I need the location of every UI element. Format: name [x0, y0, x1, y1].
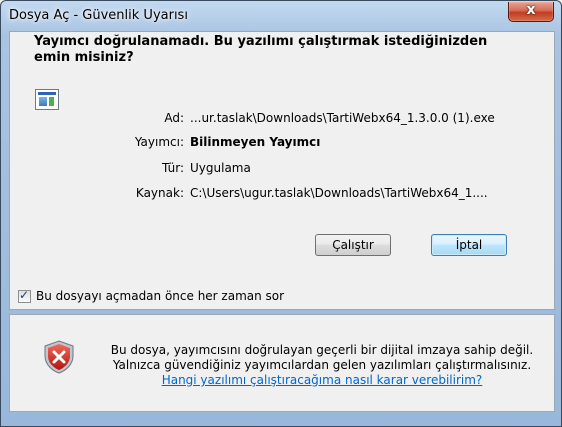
application-file-icon: [35, 89, 59, 110]
close-button[interactable]: x: [508, 2, 554, 22]
always-ask-checkbox[interactable]: ✓: [18, 288, 31, 303]
window-title: Dosya Aç - Güvenlik Uyarısı: [9, 8, 188, 23]
field-row-source: Kaynak: C:\Users\ugur.taslak\Downloads\T…: [1, 186, 561, 202]
security-shield-icon: [44, 340, 74, 374]
publisher-value: Bilinmeyen Yayımcı: [190, 135, 321, 149]
field-row-type: Tür: Uygulama: [1, 161, 561, 177]
always-ask-label[interactable]: Bu dosyayı açmadan önce her zaman sor: [36, 289, 284, 303]
source-label: Kaynak:: [135, 186, 184, 200]
type-value: Uygulama: [190, 161, 251, 175]
headline-text: Yayımcı doğrulanamadı. Bu yazılımı çalış…: [34, 34, 488, 65]
warning-line-2: Yalnızca güvendiğiniz yayımcılardan gele…: [112, 358, 532, 372]
run-button[interactable]: Çalıştır: [315, 234, 391, 256]
publisher-label: Yayımcı:: [134, 135, 184, 149]
name-label: Ad:: [164, 111, 184, 125]
security-warning-window: Dosya Aç - Güvenlik Uyarısı x Yayımcı do…: [0, 0, 562, 427]
field-row-publisher: Yayımcı: Bilinmeyen Yayımcı: [1, 135, 561, 151]
help-link[interactable]: Hangi yazılımı çalıştıracağıma nasıl kar…: [162, 373, 483, 387]
title-bar[interactable]: Dosya Aç - Güvenlik Uyarısı x: [1, 1, 561, 31]
warning-line-1: Bu dosya, yayımcısını doğrulayan geçerli…: [110, 343, 534, 357]
warning-text: Bu dosya, yayımcısını doğrulayan geçerli…: [97, 343, 547, 388]
close-icon: x: [526, 2, 536, 18]
checkmark-icon: ✓: [19, 288, 30, 302]
field-row-name: Ad: ...ur.taslak\Downloads\TartiWebx64_1…: [1, 111, 561, 127]
cancel-button[interactable]: İptal: [431, 234, 507, 256]
source-value: C:\Users\ugur.taslak\Downloads\TartiWebx…: [190, 186, 488, 200]
type-label: Tür:: [161, 161, 184, 175]
name-value: ...ur.taslak\Downloads\TartiWebx64_1.3.0…: [190, 111, 495, 125]
